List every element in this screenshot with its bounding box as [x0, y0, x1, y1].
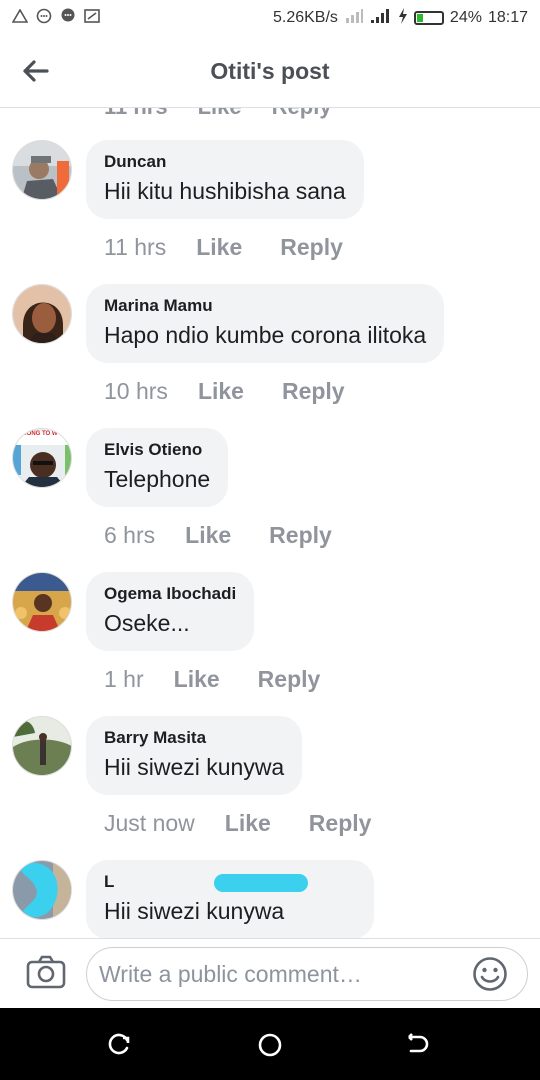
comment-list[interactable]: 11 hrs Like Reply Duncan Hii kitu hushib… — [0, 108, 540, 938]
comment-time: 6 hrs — [104, 522, 156, 548]
like-link[interactable]: Like — [198, 108, 242, 120]
comment-meta: 11 hrs Like Reply — [104, 234, 381, 261]
comment-time: 11 hrs — [104, 108, 168, 120]
smiley-icon — [473, 957, 507, 991]
like-link[interactable]: Like — [174, 666, 220, 693]
comment-input[interactable] — [86, 947, 528, 1001]
avatar[interactable]: GONG TO W — [12, 428, 72, 488]
warning-icon — [11, 8, 29, 27]
comment-meta: 10 hrs Like Reply — [104, 378, 383, 405]
avatar[interactable] — [12, 716, 72, 776]
network-speed: 5.26KB/s — [272, 9, 338, 26]
comment-bubble[interactable]: Elvis Otieno Telephone — [86, 428, 229, 507]
page-title: Otiti's post — [210, 58, 330, 84]
comment-author[interactable]: Ogema Ibochadi — [104, 584, 236, 604]
comment-time: 11 hrs — [104, 234, 167, 260]
avatar[interactable] — [12, 284, 72, 344]
messenger-icon — [36, 8, 52, 28]
comment-composer — [0, 938, 540, 1008]
comment-author[interactable]: Marina Mamu — [104, 296, 426, 316]
comment-time: 10 hrs — [104, 378, 168, 404]
chat-icon — [60, 8, 76, 28]
comment-text: Hapo ndio kumbe corona ilitoka — [104, 322, 427, 348]
header: Otiti's post — [0, 36, 540, 108]
avatar-banner-text: GONG TO W — [22, 431, 58, 437]
status-system: 5.26KB/s 24% 18:17 — [273, 8, 528, 28]
avatar[interactable] — [12, 860, 72, 920]
clock: 18:17 — [487, 9, 528, 26]
home-icon — [258, 1033, 282, 1057]
back-arrow-icon — [23, 60, 49, 82]
battery-percent: 24% — [449, 9, 482, 26]
comment-meta: Just now Like Reply — [104, 810, 409, 837]
redaction-mark — [214, 874, 308, 892]
camera-button[interactable] — [26, 955, 66, 991]
comment-time: 1 hr — [104, 666, 144, 692]
reply-link[interactable]: Reply — [269, 522, 332, 549]
clipped-comment-meta: 11 hrs Like Reply — [104, 108, 332, 120]
status-bar: 5.26KB/s 24% 18:17 — [0, 0, 540, 36]
cell-signal-icon — [370, 8, 392, 28]
system-nav-bar — [0, 1008, 540, 1080]
camera-icon — [26, 955, 66, 989]
status-notifications — [11, 8, 100, 28]
battery-icon — [413, 11, 444, 25]
data-signal-icon — [344, 8, 364, 28]
reply-link[interactable]: Reply — [280, 234, 343, 261]
comment-text: Hii siwezi kunywa — [104, 754, 285, 780]
reply-link[interactable]: Reply — [282, 378, 345, 405]
comment-time: Just now — [104, 810, 195, 836]
back-nav-button[interactable] — [406, 1032, 434, 1058]
comment-author[interactable]: Duncan — [104, 152, 346, 172]
comment-text: Hii kitu hushibisha sana — [104, 178, 346, 204]
back-button[interactable] — [18, 54, 52, 88]
home-button[interactable] — [257, 1032, 285, 1058]
recents-button[interactable] — [108, 1032, 136, 1058]
comment-bubble[interactable]: Ogema Ibochadi Oseke... — [86, 572, 255, 651]
like-link[interactable]: Like — [225, 810, 271, 837]
like-link[interactable]: Like — [198, 378, 244, 405]
reply-link[interactable]: Reply — [309, 810, 372, 837]
battery-level — [416, 14, 423, 22]
comment-bubble[interactable]: L Hii siwezi kunywa — [86, 860, 375, 938]
avatar[interactable] — [12, 140, 72, 200]
emoji-button[interactable] — [472, 956, 508, 992]
comment-meta: 1 hr Like Reply — [104, 666, 358, 693]
reply-link[interactable]: Reply — [258, 666, 321, 693]
comment-author[interactable]: Barry Masita — [104, 728, 284, 748]
reply-link[interactable]: Reply — [272, 108, 332, 120]
comment-bubble[interactable]: Barry Masita Hii siwezi kunywa — [86, 716, 303, 795]
comment-text: Hii siwezi kunywa — [104, 898, 285, 924]
comment-meta: 6 hrs Like Reply — [104, 522, 370, 549]
like-link[interactable]: Like — [185, 522, 231, 549]
comment-text: Oseke... — [104, 610, 190, 636]
comment-text: Telephone — [104, 466, 211, 492]
back-nav-icon — [408, 1033, 429, 1053]
like-link[interactable]: Like — [196, 234, 242, 261]
comment-author[interactable]: Elvis Otieno — [104, 440, 210, 460]
screenshot-icon — [84, 8, 100, 28]
comment-bubble[interactable]: Duncan Hii kitu hushibisha sana — [86, 140, 364, 219]
comment-bubble[interactable]: Marina Mamu Hapo ndio kumbe corona ilito… — [86, 284, 445, 363]
charging-icon — [398, 8, 408, 28]
recents-icon — [108, 1033, 130, 1055]
avatar[interactable] — [12, 572, 72, 632]
